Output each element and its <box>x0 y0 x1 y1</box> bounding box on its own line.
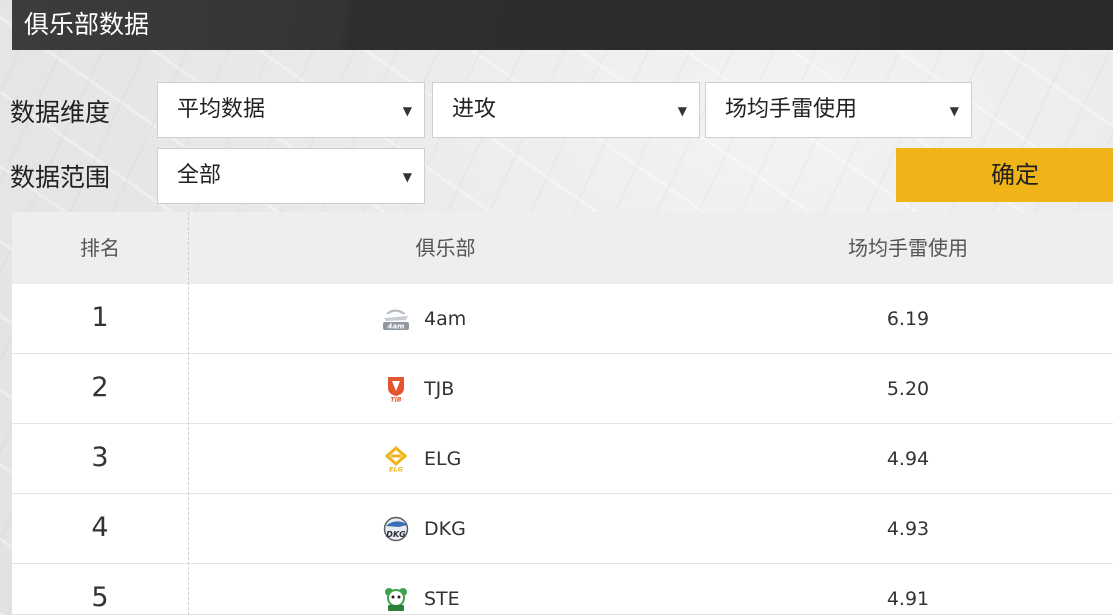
category-value: 进攻 <box>452 97 497 122</box>
svg-text:TJB: TJB <box>391 397 402 403</box>
confirm-button[interactable]: 确定 <box>896 148 1113 202</box>
ste-logo-icon <box>385 588 407 611</box>
4am-logo-icon: 4am <box>383 309 409 331</box>
column-header-rank: 排名 <box>80 236 120 260</box>
range-label: 数据范围 <box>10 163 111 192</box>
caret-down-icon: ▼ <box>402 170 412 184</box>
club-name: STE <box>424 588 460 610</box>
table-row[interactable]: 5 STE 4.91 <box>12 564 1113 615</box>
column-header-club: 俱乐部 <box>415 236 476 260</box>
rank-cell: 3 <box>91 442 109 473</box>
club-cell: STE <box>188 564 703 615</box>
metric-cell: 4.91 <box>886 588 930 610</box>
caret-down-icon: ▼ <box>949 104 959 118</box>
svg-text:DKG: DKG <box>386 530 406 539</box>
table-row[interactable]: 2 TJB TJB 5.20 <box>12 354 1113 424</box>
club-name: ELG <box>424 448 462 470</box>
caret-down-icon: ▼ <box>402 104 412 118</box>
column-header-metric: 场均手雷使用 <box>848 236 968 260</box>
elg-logo-icon: ELG <box>384 446 408 473</box>
tjb-logo-icon: TJB <box>388 377 404 403</box>
metric-cell: 6.19 <box>886 308 930 330</box>
page-title: 俱乐部数据 <box>24 10 150 39</box>
svg-text:4am: 4am <box>388 323 405 331</box>
caret-down-icon: ▼ <box>677 104 687 118</box>
club-cell: DKG DKG <box>188 494 703 564</box>
club-name: TJB <box>424 378 455 400</box>
metric-value: 场均手雷使用 <box>725 97 858 122</box>
metric-cell: 4.94 <box>886 448 930 470</box>
table-row[interactable]: 1 4am 4am 6.19 <box>12 284 1113 354</box>
metric-cell: 5.20 <box>886 378 930 400</box>
club-cell: 4am 4am <box>188 284 703 354</box>
dimension-label: 数据维度 <box>10 98 111 127</box>
table-row[interactable]: 4 DKG DKG 4.93 <box>12 494 1113 564</box>
column-divider <box>188 212 189 615</box>
category-select[interactable]: 进攻 ▼ <box>432 82 700 138</box>
dkg-logo-icon: DKG <box>383 516 409 542</box>
club-cell: TJB TJB <box>188 354 703 424</box>
rank-cell: 2 <box>91 372 109 403</box>
club-name: 4am <box>424 308 467 330</box>
rank-cell: 5 <box>91 582 109 613</box>
section-header: 俱乐部数据 <box>12 0 1113 50</box>
table-header: 排名 俱乐部 场均手雷使用 <box>12 212 1113 284</box>
svg-text:ELG: ELG <box>389 466 404 473</box>
rank-cell: 1 <box>91 302 109 333</box>
dimension-type-select[interactable]: 平均数据 ▼ <box>157 82 425 138</box>
table-row[interactable]: 3 ELG ELG 4.94 <box>12 424 1113 494</box>
club-name: DKG <box>424 518 466 540</box>
metric-cell: 4.93 <box>886 518 930 540</box>
dimension-type-value: 平均数据 <box>177 97 266 122</box>
range-select[interactable]: 全部 ▼ <box>157 148 425 204</box>
rank-cell: 4 <box>91 512 109 543</box>
confirm-button-label: 确定 <box>991 161 1039 189</box>
range-value: 全部 <box>177 163 222 188</box>
metric-select[interactable]: 场均手雷使用 ▼ <box>705 82 972 138</box>
club-stats-table: 排名 俱乐部 场均手雷使用 1 4am 4am 6.19 2 TJB TJB 5… <box>12 212 1113 615</box>
club-cell: ELG ELG <box>188 424 703 494</box>
